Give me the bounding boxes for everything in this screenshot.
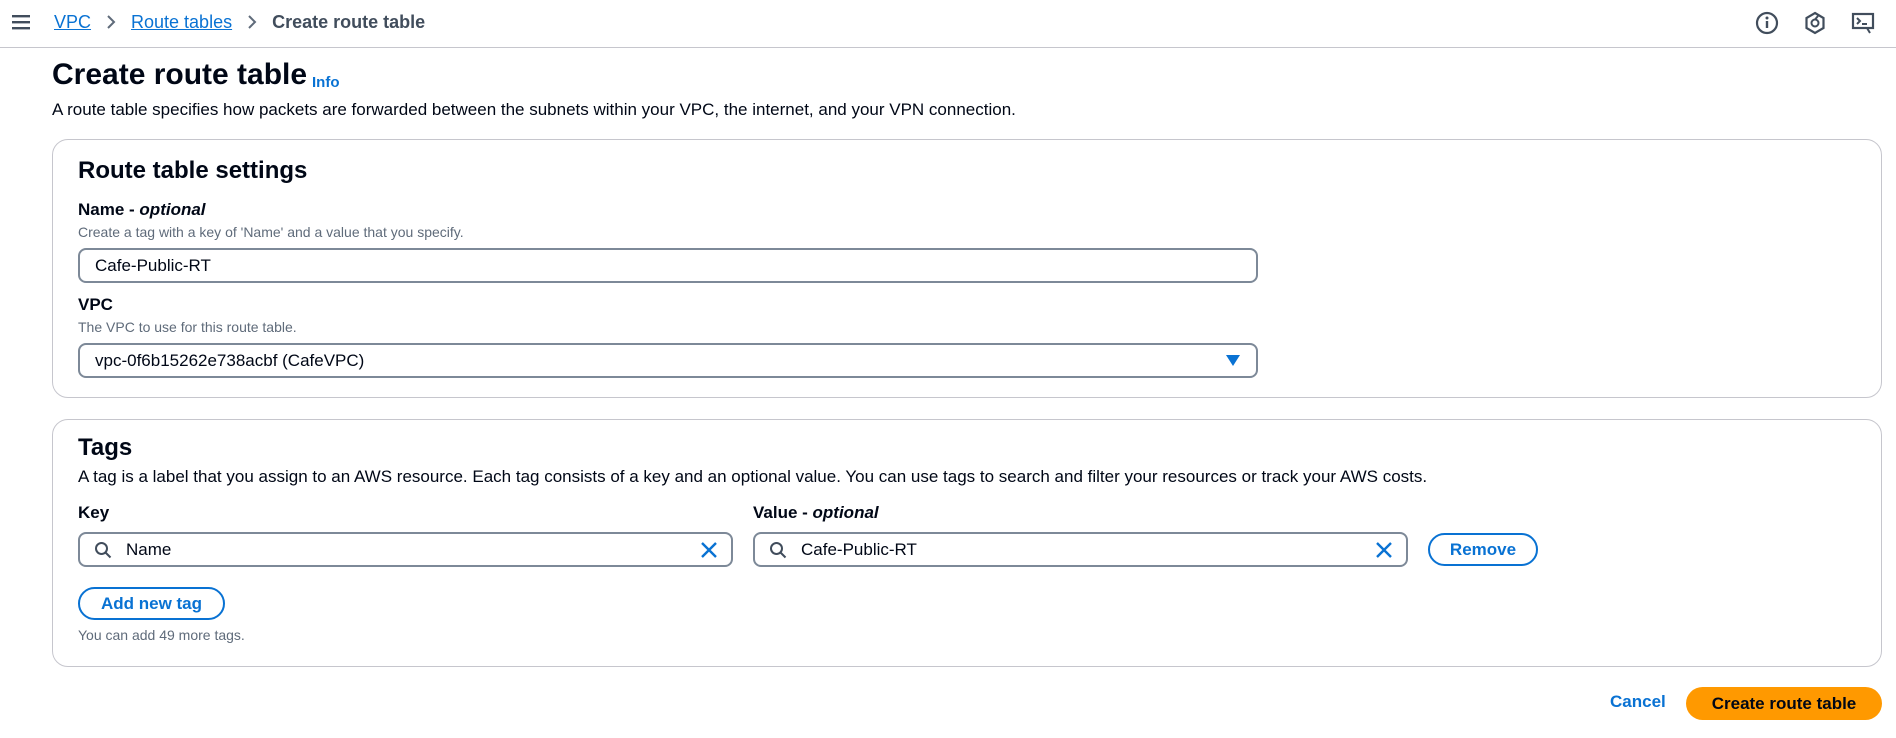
name-label-text: Name - (78, 200, 140, 219)
cancel-button[interactable]: Cancel (1610, 692, 1666, 712)
search-icon (95, 542, 112, 559)
name-field-description: Create a tag with a key of 'Name' and a … (78, 224, 464, 240)
chevron-right-icon (238, 11, 266, 33)
tag-key-value: Name (126, 540, 172, 559)
add-new-tag-button[interactable]: Add new tag (78, 587, 225, 620)
tags-remaining-hint: You can add 49 more tags. (78, 627, 245, 643)
tag-value-value: Cafe-Public-RT (801, 540, 917, 559)
route-table-settings-panel: Route table settings Name - optional Cre… (52, 139, 1882, 398)
name-input[interactable]: Cafe-Public-RT (78, 248, 1258, 283)
page-description: A route table specifies how packets are … (52, 100, 1016, 119)
key-column-label: Key (78, 503, 110, 522)
value-column-label: Value - optional (753, 503, 879, 523)
info-icon[interactable] (1754, 10, 1780, 36)
tag-value-input[interactable]: Cafe-Public-RT (753, 532, 1408, 567)
tags-description: A tag is a label that you assign to an A… (78, 467, 1428, 486)
vpc-field-description: The VPC to use for this route table. (78, 319, 297, 335)
search-icon (770, 542, 787, 559)
close-icon[interactable] (1374, 540, 1394, 560)
page-title: Create route table (52, 58, 308, 91)
settings-title: Route table settings (78, 157, 308, 184)
top-navigation: VPC Route tables Create route table (0, 0, 1896, 48)
cloudshell-icon[interactable] (1850, 10, 1876, 36)
chevron-right-icon (97, 11, 125, 33)
close-icon[interactable] (699, 540, 719, 560)
value-label-text: Value - (753, 503, 813, 522)
remove-tag-button[interactable]: Remove (1428, 533, 1538, 566)
tags-panel: Tags A tag is a label that you assign to… (52, 419, 1882, 667)
name-input-value: Cafe-Public-RT (95, 255, 211, 275)
notifications-icon[interactable] (1802, 10, 1828, 36)
info-link[interactable]: Info (312, 74, 340, 91)
vpc-select[interactable]: vpc-0f6b15262e738acbf (CafeVPC) (78, 343, 1258, 378)
create-route-table-button[interactable]: Create route table (1686, 687, 1882, 720)
vpc-field-label: VPC (78, 295, 113, 314)
name-field-label: Name - optional (78, 200, 206, 220)
caret-down-icon (1226, 355, 1240, 366)
menu-icon[interactable] (10, 11, 32, 33)
breadcrumb-vpc-link[interactable]: VPC (54, 12, 91, 33)
value-label-optional: optional (812, 503, 879, 522)
tags-title: Tags (78, 434, 133, 461)
breadcrumb-route-tables-link[interactable]: Route tables (131, 12, 232, 33)
tag-key-input[interactable]: Name (78, 532, 733, 567)
breadcrumb: VPC Route tables Create route table (54, 11, 425, 33)
name-label-optional: optional (139, 200, 206, 219)
breadcrumb-current: Create route table (272, 11, 426, 32)
vpc-select-value: vpc-0f6b15262e738acbf (CafeVPC) (95, 350, 365, 370)
